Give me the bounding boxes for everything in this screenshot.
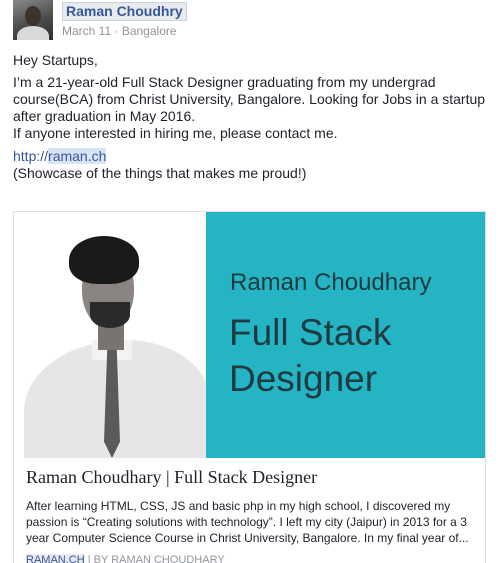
card-byline: BY RAMAN CHOUDHARY: [93, 554, 225, 563]
link-domain[interactable]: raman.ch: [48, 148, 107, 164]
link-preview-card[interactable]: Raman Choudhary Full Stack Designer Rama…: [13, 211, 486, 563]
meta-separator: ·: [114, 24, 119, 38]
post-subline: March 11 · Bangalore: [62, 24, 187, 38]
card-description: After learning HTML, CSS, JS and basic p…: [26, 499, 469, 545]
card-source: RAMAN.CH | BY RAMAN CHOUDHARY: [26, 553, 478, 563]
post-showcase-note: (Showcase of the things that makes me pr…: [13, 165, 307, 181]
card-domain[interactable]: RAMAN.CH: [26, 554, 85, 563]
profile-photo: [14, 212, 206, 458]
post-date[interactable]: March 11: [62, 24, 111, 38]
post-location[interactable]: Bangalore: [122, 24, 177, 38]
author-name-link[interactable]: Raman Choudhry: [62, 2, 187, 21]
card-title[interactable]: Raman Choudhary | Full Stack Designer: [26, 466, 478, 488]
banner-name: Raman Choudhary: [230, 269, 432, 296]
post-paragraph: I’m a 21-year-old Full Stack Designer gr…: [13, 74, 486, 124]
teal-banner: Raman Choudhary Full Stack Designer: [206, 212, 485, 458]
post-meta: Raman Choudhry March 11 · Bangalore: [62, 2, 187, 38]
post-body: Hey Startups, I’m a 21-year-old Full Sta…: [13, 52, 489, 182]
facebook-post: Raman Choudhry March 11 · Bangalore Hey …: [0, 0, 501, 563]
post-contact-line: If anyone interested in hiring me, pleas…: [13, 125, 338, 141]
post-header: Raman Choudhry March 11 · Bangalore: [13, 0, 187, 44]
card-image[interactable]: Raman Choudhary Full Stack Designer: [14, 212, 485, 458]
banner-role: Full Stack Designer: [229, 312, 392, 399]
card-text: Raman Choudhary | Full Stack Designer Af…: [26, 466, 478, 563]
post-greeting: Hey Startups,: [13, 52, 98, 68]
avatar[interactable]: [13, 0, 53, 40]
link-prefix[interactable]: http://: [13, 148, 48, 164]
post-link[interactable]: http://raman.ch: [13, 148, 489, 165]
source-divider: |: [87, 554, 91, 563]
